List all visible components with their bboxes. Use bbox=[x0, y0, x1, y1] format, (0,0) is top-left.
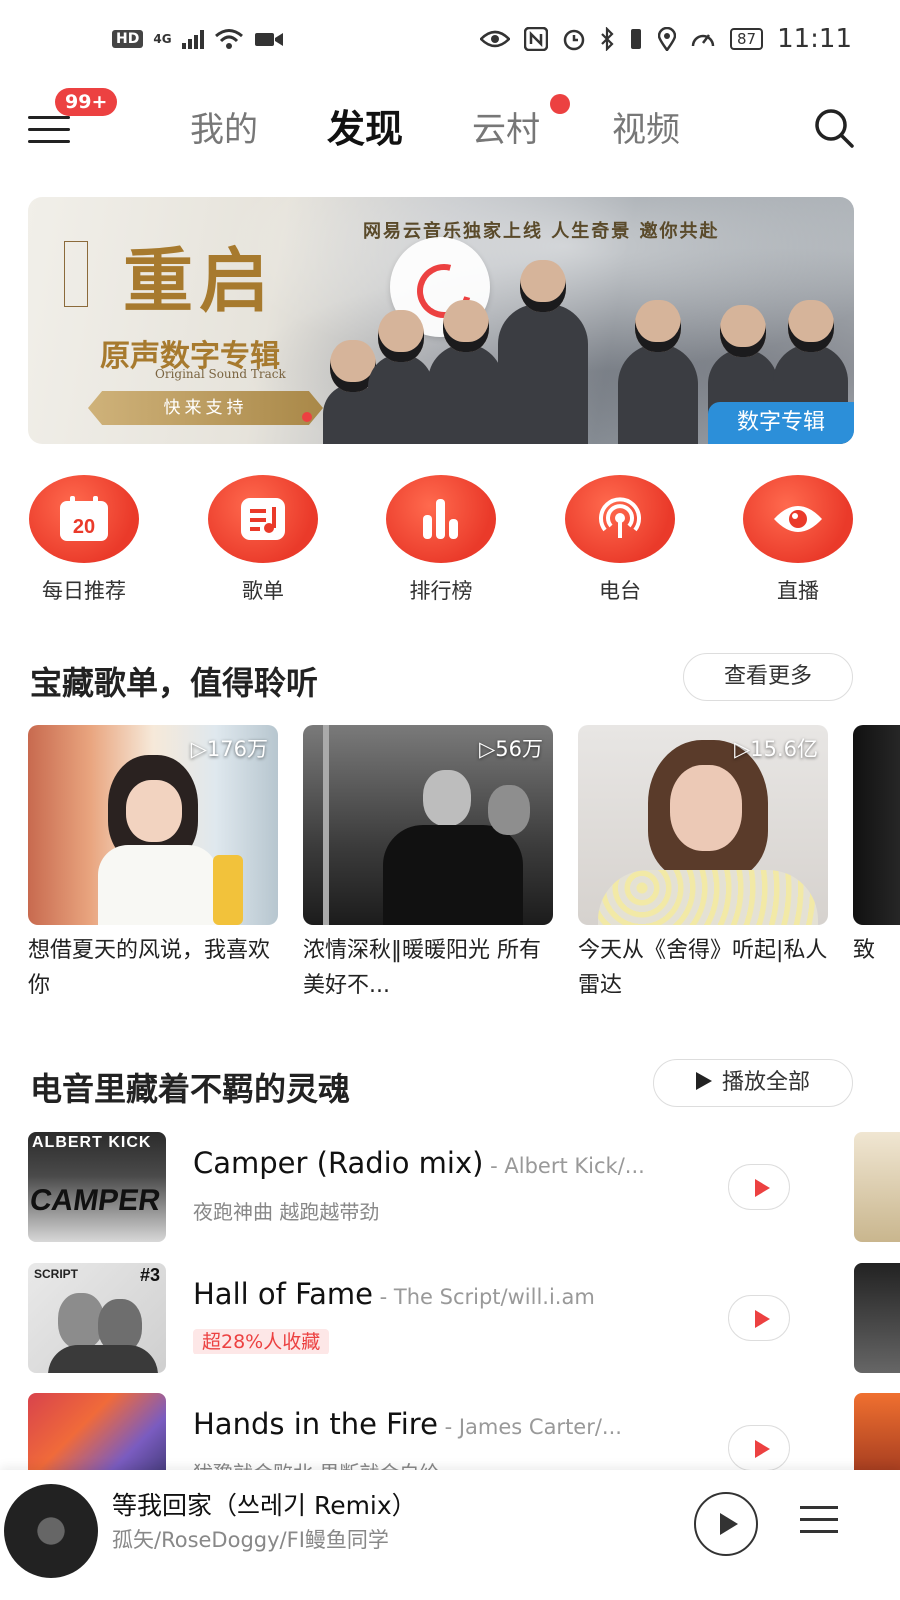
eye-icon bbox=[479, 30, 510, 48]
tab-new-dot bbox=[550, 94, 570, 114]
quick-charts[interactable]: 排行榜 bbox=[381, 475, 501, 605]
wifi-icon bbox=[214, 29, 243, 49]
calendar-day: 20 bbox=[73, 516, 95, 538]
playlist-card[interactable]: ▷56万 浓情深秋‖暖暖阳光 所有美好不... bbox=[303, 725, 553, 1003]
song-play-button[interactable] bbox=[728, 1425, 790, 1471]
quick-playlist[interactable]: 歌单 bbox=[203, 475, 323, 605]
vibrate-icon bbox=[630, 29, 641, 49]
seal-decoration bbox=[64, 241, 88, 307]
play-all-label: 播放全部 bbox=[721, 1070, 810, 1095]
quick-radio[interactable]: 电台 bbox=[560, 475, 680, 605]
play-count: ▷176万 bbox=[190, 737, 268, 761]
location-icon bbox=[657, 27, 676, 51]
song-cover: SCRIPT #3 bbox=[28, 1263, 166, 1373]
quick-label: 排行榜 bbox=[409, 579, 473, 603]
playlist-title: 浓情深秋‖暖暖阳光 所有美好不... bbox=[303, 938, 541, 998]
song-cover: ALBERT KICK CAMPER bbox=[28, 1132, 166, 1242]
now-playing-artist: 孤矢/RoseDoggy/FI鳗鱼同学 bbox=[112, 1528, 389, 1552]
playlists-section-title: 宝藏歌单，值得聆听 bbox=[30, 664, 319, 702]
view-more-button[interactable]: 查看更多 bbox=[683, 653, 853, 701]
playlist-card[interactable]: ▷15.6亿 今天从《舍得》听起|私人雷达 bbox=[578, 725, 828, 1003]
nfc-icon bbox=[523, 27, 548, 51]
carousel-dot bbox=[302, 412, 312, 422]
chart-icon bbox=[423, 499, 458, 539]
quick-live[interactable]: 直播 bbox=[738, 475, 858, 605]
network-type: 4G bbox=[153, 32, 172, 46]
banner-figure bbox=[368, 354, 433, 444]
quick-daily-recommend[interactable]: 20 每日推荐 bbox=[24, 475, 144, 605]
banner-figure bbox=[618, 344, 698, 444]
play-icon bbox=[695, 1072, 712, 1090]
tab-discover[interactable]: 发现 bbox=[327, 98, 403, 153]
song-tag: 超28%人收藏 bbox=[193, 1329, 330, 1354]
cover-text: ALBERT KICK bbox=[32, 1134, 152, 1151]
cover-text: #3 bbox=[139, 1265, 160, 1285]
search-icon[interactable] bbox=[812, 106, 856, 150]
play-count: ▷56万 bbox=[479, 737, 543, 761]
banner-cta: 快来支持 bbox=[88, 391, 323, 425]
quick-label: 直播 bbox=[777, 579, 819, 603]
banner-figure bbox=[498, 304, 588, 444]
play-all-button[interactable]: 播放全部 bbox=[653, 1059, 853, 1107]
song-artist: - Albert Kick/... bbox=[483, 1154, 645, 1178]
mini-play-button[interactable] bbox=[694, 1492, 758, 1556]
banner-figure bbox=[428, 344, 503, 444]
song-description: 夜跑神曲 越跑越带劲 bbox=[193, 1200, 380, 1224]
battery-icon: 87 bbox=[729, 28, 764, 50]
cover-text: SCRIPT bbox=[34, 1267, 79, 1281]
playlist-title: 致 bbox=[853, 938, 876, 963]
cover-text: CAMPER bbox=[28, 1184, 163, 1217]
quick-label: 电台 bbox=[599, 579, 641, 603]
song-item-peek bbox=[854, 1132, 900, 1242]
status-bar: HD 4G 87 11:11 bbox=[0, 0, 900, 80]
banner-topline: 网易云音乐独家上线 人生奇景 邀你共赴 bbox=[363, 221, 720, 242]
song-title: Hands in the Fire bbox=[193, 1407, 438, 1441]
playlist-queue-icon[interactable] bbox=[800, 1500, 840, 1540]
banner-title: 重启 bbox=[123, 239, 275, 322]
mini-player[interactable]: 等我回家（쓰레기 Remix） 孤矢/RoseDoggy/FI鳗鱼同学 bbox=[0, 1470, 900, 1600]
alarm-icon bbox=[563, 29, 585, 51]
hd-badge: HD bbox=[112, 30, 144, 48]
tab-mine[interactable]: 我的 bbox=[190, 102, 258, 151]
song-item-peek bbox=[854, 1263, 900, 1373]
song-item[interactable]: SCRIPT #3 Hall of Fame - The Script/will… bbox=[28, 1263, 828, 1375]
live-icon bbox=[774, 506, 822, 532]
tab-video[interactable]: 视频 bbox=[612, 102, 680, 151]
song-play-button[interactable] bbox=[728, 1295, 790, 1341]
play-count: ▷15.6亿 bbox=[734, 737, 818, 761]
banner-ost: Original Sound Track bbox=[155, 367, 286, 381]
now-playing-cover[interactable] bbox=[4, 1484, 98, 1578]
playlist-icon bbox=[241, 498, 285, 540]
clock: 11:11 bbox=[777, 24, 852, 54]
song-play-button[interactable] bbox=[728, 1164, 790, 1210]
song-artist: - James Carter/... bbox=[437, 1415, 622, 1439]
song-title: Camper (Radio mix) bbox=[193, 1146, 484, 1180]
song-title: Hall of Fame bbox=[193, 1277, 373, 1311]
playlist-card[interactable]: ▷176万 想借夏天的风说，我喜欢你 bbox=[28, 725, 278, 1003]
quick-label: 每日推荐 bbox=[42, 579, 126, 603]
quick-label: 歌单 bbox=[242, 579, 284, 603]
top-nav: 99+ 我的 发现 云村 视频 bbox=[0, 80, 900, 175]
now-playing-title: 等我回家（쓰레기 Remix） bbox=[112, 1491, 417, 1520]
promo-banner[interactable]: 网易云音乐独家上线 人生奇景 邀你共赴 重启 原声数字专辑 Original S… bbox=[28, 197, 854, 444]
playlist-title: 今天从《舍得》听起|私人雷达 bbox=[578, 938, 828, 998]
notification-badge: 99+ bbox=[55, 88, 118, 116]
playlist-card[interactable]: 致 bbox=[853, 725, 900, 1003]
radio-icon bbox=[599, 497, 641, 538]
bluetooth-icon bbox=[601, 27, 614, 51]
video-camera-icon bbox=[254, 33, 283, 46]
signal-icon bbox=[181, 29, 204, 49]
song-item[interactable]: ALBERT KICK CAMPER Camper (Radio mix) - … bbox=[28, 1132, 828, 1244]
banner-tag: 数字专辑 bbox=[708, 402, 854, 444]
tab-cloud-village[interactable]: 云村 bbox=[472, 102, 540, 151]
playlist-title: 想借夏天的风说，我喜欢你 bbox=[28, 938, 271, 998]
song-artist: - The Script/will.i.am bbox=[372, 1285, 595, 1309]
speed-icon bbox=[691, 34, 715, 47]
calendar-icon: 20 bbox=[60, 496, 108, 541]
songs-section-title: 电音里藏着不羁的灵魂 bbox=[30, 1070, 351, 1108]
